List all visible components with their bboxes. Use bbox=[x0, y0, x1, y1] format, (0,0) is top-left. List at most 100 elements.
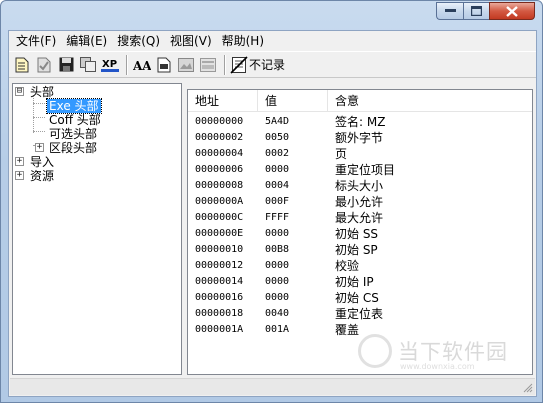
tree-node-label[interactable]: 导入 bbox=[28, 155, 56, 169]
open-button[interactable] bbox=[34, 55, 54, 75]
minimize-button[interactable] bbox=[436, 2, 463, 20]
table-row[interactable]: 00000012 0000 校验 bbox=[188, 258, 532, 274]
table-row[interactable]: 0000000E 0000 初始 SS bbox=[188, 226, 532, 242]
tree-node-import[interactable]: + 导入 bbox=[13, 155, 181, 169]
menu-search[interactable]: 搜索(Q) bbox=[112, 32, 165, 50]
hex-view-button[interactable] bbox=[154, 55, 174, 75]
xp-text: XP bbox=[102, 59, 117, 70]
list-rows: 00000000 5A4D 签名: MZ 00000002 0050 额外字节 000000… bbox=[188, 114, 532, 338]
watermark-logo-icon bbox=[358, 334, 392, 368]
table-row[interactable]: 00000004 0002 页 bbox=[188, 146, 532, 162]
tree-node-header[interactable]: ⊟ 头部 bbox=[13, 85, 181, 99]
dialog-button[interactable] bbox=[198, 55, 218, 75]
menu-view[interactable]: 视图(V) bbox=[165, 32, 217, 50]
table-row[interactable]: 00000010 00B8 初始 SP bbox=[188, 242, 532, 258]
address-cell: 0000000C bbox=[195, 212, 244, 223]
picture-button[interactable] bbox=[176, 55, 196, 75]
column-header-meaning[interactable]: 含意 bbox=[328, 90, 532, 112]
meaning-cell: 页 bbox=[335, 147, 348, 161]
value-cell: 0004 bbox=[265, 180, 290, 191]
value-cell: 00B8 bbox=[265, 244, 290, 255]
table-row[interactable]: 00000018 0040 重定位表 bbox=[188, 306, 532, 322]
no-record-icon bbox=[230, 55, 248, 74]
font-button[interactable]: AA bbox=[132, 55, 152, 75]
address-cell: 00000016 bbox=[195, 292, 244, 303]
tree: ⊟ 头部 Exe 头部 Coff 头部 可选头部 + 区段头部 + 导入 + 资… bbox=[13, 84, 181, 183]
tree-node-coff-header[interactable]: Coff 头部 bbox=[13, 113, 181, 127]
tree-node-label[interactable]: 头部 bbox=[28, 85, 56, 99]
toolbar-separator-2 bbox=[224, 54, 226, 75]
value-cell: 5A4D bbox=[265, 116, 290, 127]
resize-grip-icon[interactable] bbox=[523, 383, 533, 393]
maximize-button[interactable] bbox=[463, 2, 489, 20]
minimize-icon bbox=[444, 9, 456, 12]
table-row[interactable]: 00000008 0004 标头大小 bbox=[188, 178, 532, 194]
expand-icon[interactable]: + bbox=[35, 143, 44, 152]
meaning-cell: 最小允许 bbox=[335, 195, 384, 209]
tree-node-optional-header[interactable]: 可选头部 bbox=[13, 127, 181, 141]
value-cell: 0000 bbox=[265, 260, 290, 271]
table-row[interactable]: 00000014 0000 初始 IP bbox=[188, 274, 532, 290]
toolbar-separator bbox=[126, 54, 128, 75]
value-cell: 0000 bbox=[265, 292, 290, 303]
value-cell: 000F bbox=[265, 196, 290, 207]
save-button[interactable] bbox=[56, 55, 76, 75]
meaning-cell: 标头大小 bbox=[335, 179, 384, 193]
address-cell: 0000001A bbox=[195, 324, 244, 335]
value-cell: 0000 bbox=[265, 164, 290, 175]
meaning-cell: 最大允许 bbox=[335, 211, 384, 225]
column-header-value[interactable]: 值 bbox=[258, 90, 328, 112]
address-cell: 00000014 bbox=[195, 276, 244, 287]
toolbar: XP AA 不记录 bbox=[9, 51, 536, 78]
tree-view[interactable]: ⊟ 头部 Exe 头部 Coff 头部 可选头部 + 区段头部 + 导入 + 资… bbox=[12, 83, 182, 375]
close-icon bbox=[506, 5, 518, 17]
open-document-icon bbox=[37, 57, 51, 72]
menu-file[interactable]: 文件(F) bbox=[11, 32, 61, 50]
font-icon-text: AA bbox=[133, 59, 151, 72]
xp-button[interactable]: XP bbox=[100, 55, 120, 75]
address-cell: 00000008 bbox=[195, 180, 244, 191]
expand-icon[interactable]: + bbox=[15, 157, 24, 166]
value-cell: 001A bbox=[265, 324, 290, 335]
address-cell: 0000000E bbox=[195, 228, 244, 239]
tree-node-label[interactable]: 资源 bbox=[28, 169, 56, 183]
title-bar[interactable] bbox=[1, 1, 542, 29]
close-button[interactable] bbox=[489, 2, 535, 20]
menu-edit[interactable]: 编辑(E) bbox=[61, 32, 112, 50]
table-row[interactable]: 00000000 5A4D 签名: MZ bbox=[188, 114, 532, 130]
tree-node-section-header[interactable]: + 区段头部 bbox=[13, 141, 181, 155]
expand-icon[interactable]: + bbox=[15, 171, 24, 180]
tree-node-label[interactable]: 可选头部 bbox=[47, 127, 99, 141]
table-row[interactable]: 00000016 0000 初始 CS bbox=[188, 290, 532, 306]
meaning-cell: 额外字节 bbox=[335, 131, 384, 145]
value-cell: 0002 bbox=[265, 148, 290, 159]
tree-node-exe-header[interactable]: Exe 头部 bbox=[13, 98, 181, 114]
meaning-cell: 初始 SP bbox=[335, 243, 378, 257]
meaning-cell: 初始 CS bbox=[335, 291, 379, 305]
column-header-address[interactable]: 地址 bbox=[188, 90, 258, 112]
collapse-icon[interactable]: ⊟ bbox=[15, 87, 24, 96]
value-cell: FFFF bbox=[265, 212, 290, 223]
dialog-icon bbox=[200, 57, 216, 72]
address-cell: 00000004 bbox=[195, 148, 244, 159]
table-row[interactable]: 0000000A 000F 最小允许 bbox=[188, 194, 532, 210]
new-document-icon bbox=[15, 57, 29, 72]
copy-button[interactable] bbox=[78, 55, 98, 75]
maximize-icon bbox=[471, 6, 482, 16]
list-header: 地址 值 含意 bbox=[188, 90, 532, 112]
value-cell: 0000 bbox=[265, 228, 290, 239]
xp-theme-icon: XP bbox=[101, 59, 119, 72]
table-row[interactable]: 00000006 0000 重定位项目 bbox=[188, 162, 532, 178]
tree-node-label[interactable]: Coff 头部 bbox=[47, 113, 103, 127]
tree-node-label[interactable]: 区段头部 bbox=[47, 141, 99, 155]
table-row[interactable]: 00000002 0050 额外字节 bbox=[188, 130, 532, 146]
no-record-button[interactable]: 不记录 bbox=[230, 55, 285, 74]
tree-node-resource[interactable]: + 资源 bbox=[13, 169, 181, 183]
tree-node-label[interactable]: Exe 头部 bbox=[46, 98, 102, 114]
menu-help[interactable]: 帮助(H) bbox=[217, 32, 269, 50]
meaning-cell: 初始 SS bbox=[335, 227, 379, 241]
table-row[interactable]: 0000000C FFFF 最大允许 bbox=[188, 210, 532, 226]
new-button[interactable] bbox=[12, 55, 32, 75]
meaning-cell: 校验 bbox=[335, 259, 360, 273]
font-icon: AA bbox=[133, 59, 151, 72]
